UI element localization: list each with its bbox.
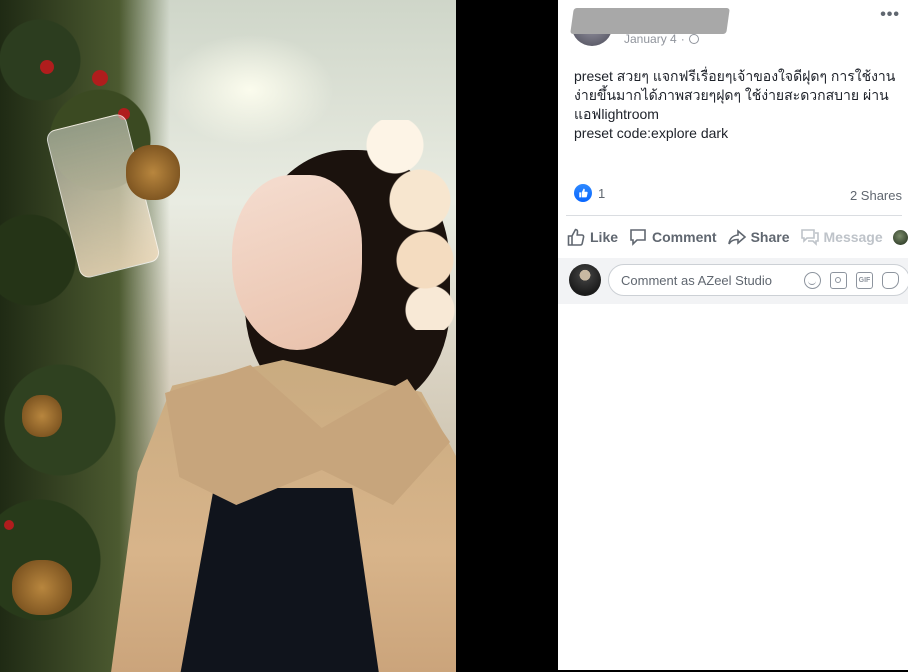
- more-icon: •••: [880, 6, 900, 23]
- photo-berry: [4, 520, 14, 530]
- share-button[interactable]: Share: [727, 227, 790, 247]
- reaction-count[interactable]: 1: [598, 186, 605, 201]
- photo-flower-crown: [355, 120, 455, 330]
- comment-composer: Comment as AZeel Studio GIF: [558, 258, 908, 304]
- photo-pinecone: [126, 145, 180, 200]
- comment-label: Comment: [652, 229, 717, 245]
- comment-placeholder[interactable]: Comment as AZeel Studio: [621, 273, 804, 288]
- photo-berry: [92, 70, 108, 86]
- page-avatar: [892, 229, 908, 245]
- shares-count[interactable]: 2 Shares: [850, 188, 902, 203]
- post-photo[interactable]: [0, 0, 456, 672]
- post-text: preset สวยๆ แจกฟรีเรื่อยๆเจ้าของใจดีฝุดๆ…: [574, 67, 904, 143]
- share-label: Share: [750, 229, 790, 245]
- post-text-line: ง่ายขึ้นมากได้ภาพสวยๆฝุดๆ ใช้ง่ายสะดวกสบ…: [574, 87, 889, 103]
- comment-input[interactable]: Comment as AZeel Studio GIF: [608, 264, 908, 296]
- sticker-icon[interactable]: [882, 271, 899, 289]
- like-reaction-icon: [574, 184, 592, 202]
- camera-icon[interactable]: [830, 271, 847, 289]
- author-name-redacted: [570, 8, 730, 34]
- post-text-line: preset code:explore dark: [574, 125, 729, 141]
- photo-berry: [40, 60, 54, 74]
- post-text-line: preset สวยๆ แจกฟรีเรื่อยๆเจ้าของใจดีฝุดๆ…: [574, 68, 896, 84]
- share-icon: [727, 229, 746, 245]
- photo-pinecone: [22, 395, 62, 437]
- emoji-icon[interactable]: [804, 271, 821, 289]
- thumbs-up-icon: [567, 228, 585, 246]
- post-timestamp[interactable]: January 4 ·: [624, 32, 699, 46]
- reactions-summary[interactable]: 1: [574, 184, 605, 202]
- more-options-button[interactable]: •••: [880, 6, 900, 24]
- panel-blank-area: [558, 305, 908, 670]
- globe-icon: [688, 34, 699, 44]
- comment-icon: [630, 229, 646, 246]
- commenter-avatar[interactable]: [569, 264, 601, 296]
- post-panel: January 4 · ••• preset สวยๆ แจกฟรีเรื่อย…: [558, 0, 908, 305]
- post-actions: Like Comment Share Message: [566, 224, 908, 250]
- like-label: Like: [590, 229, 619, 245]
- post-date-text[interactable]: January 4: [624, 32, 677, 46]
- photo-face: [232, 175, 362, 350]
- comment-tools: GIF: [804, 271, 899, 289]
- photo-pinecone: [12, 560, 72, 615]
- post-as-selector[interactable]: [892, 229, 908, 245]
- message-icon: [800, 229, 819, 246]
- post-text-line: แอฟlightroom: [574, 106, 659, 122]
- message-button[interactable]: Message: [800, 227, 883, 247]
- gif-icon[interactable]: GIF: [856, 271, 873, 289]
- comment-button[interactable]: Comment: [628, 227, 717, 247]
- like-button[interactable]: Like: [566, 227, 618, 247]
- divider: [566, 215, 902, 216]
- message-label: Message: [823, 229, 883, 245]
